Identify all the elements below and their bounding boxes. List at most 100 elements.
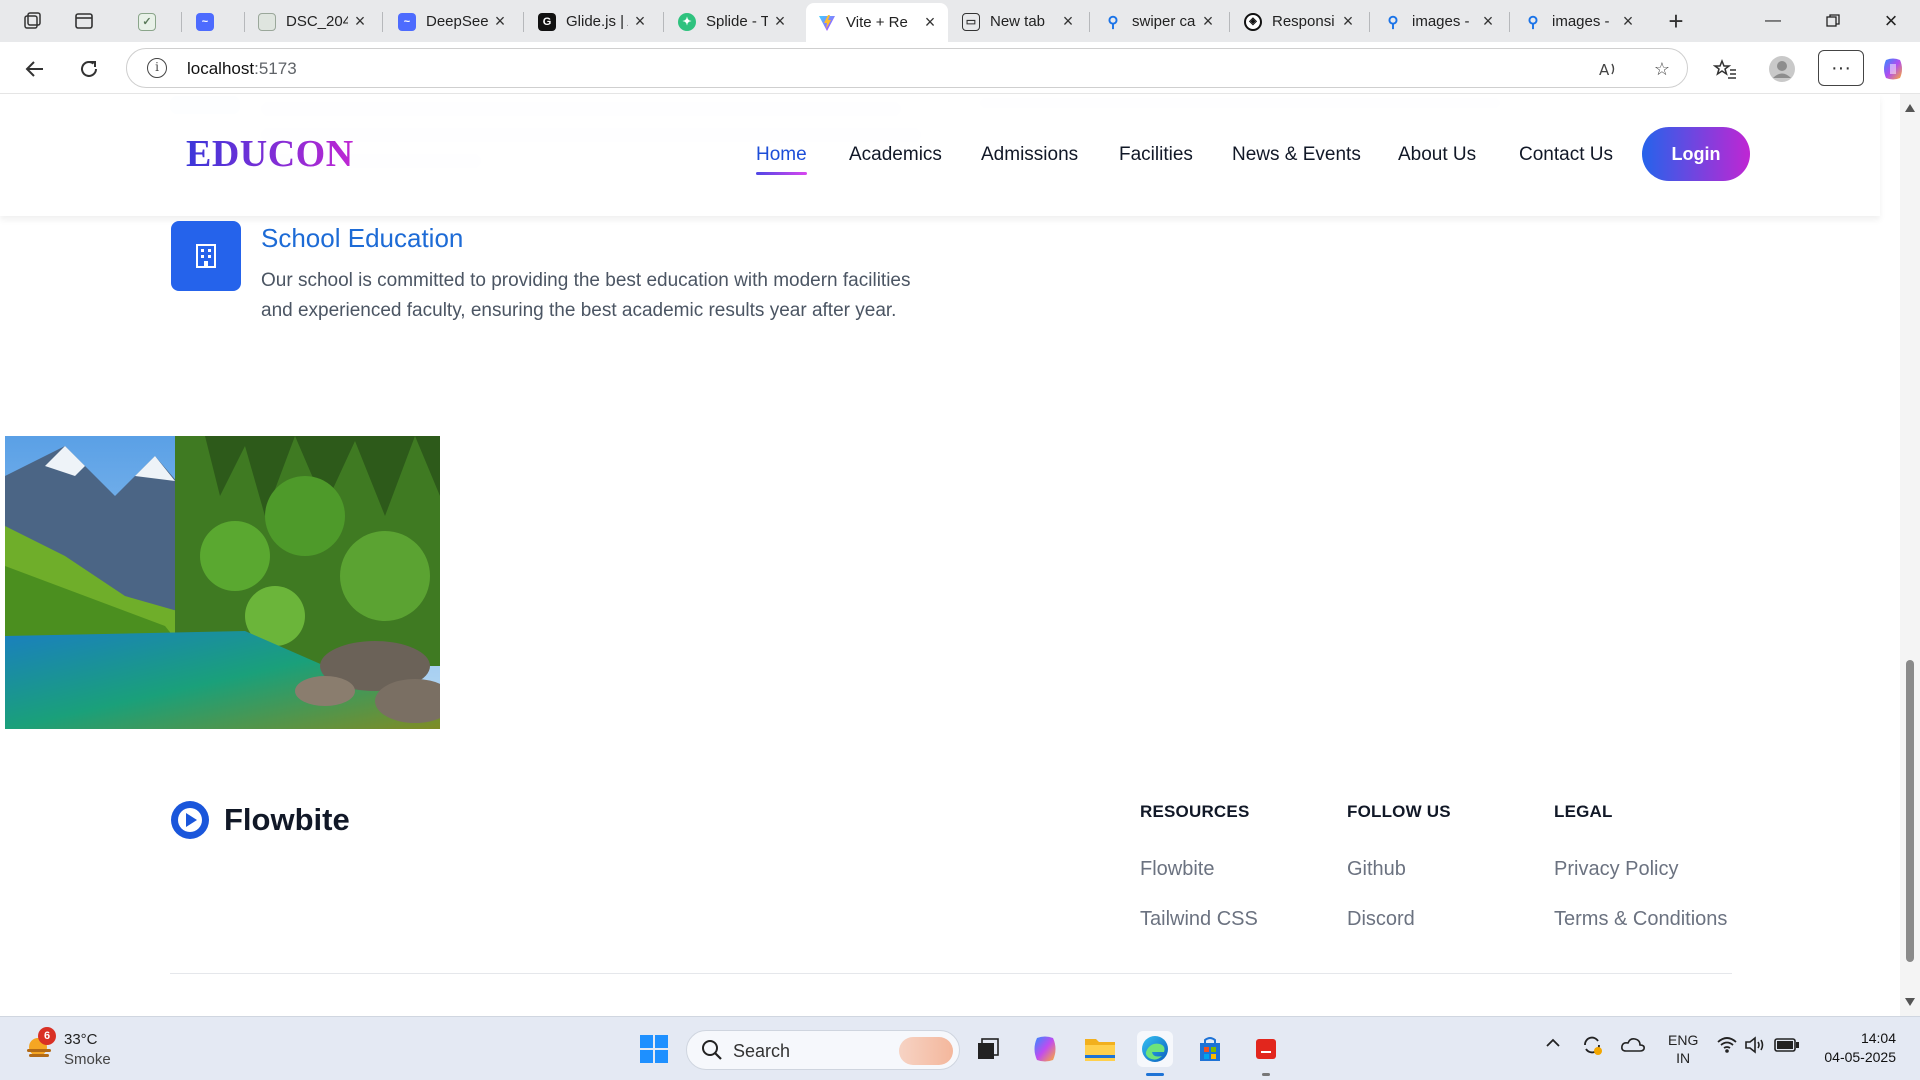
search-icon	[701, 1039, 723, 1066]
edge-browser-icon[interactable]	[1137, 1031, 1173, 1067]
browser-tab[interactable]: ✓	[126, 5, 178, 38]
browser-tab[interactable]: ▭ New tab ×	[950, 5, 1086, 38]
tab-actions-icon[interactable]	[70, 7, 98, 35]
close-tab-icon[interactable]: ×	[918, 12, 942, 33]
browser-tab[interactable]: ⚲ swiper ca ×	[1092, 5, 1226, 38]
browser-tab[interactable]: ◈ Responsi ×	[1232, 5, 1366, 38]
footer-link-flowbite[interactable]: Flowbite	[1140, 858, 1214, 881]
browser-tab[interactable]: ⚲ images - ×	[1512, 5, 1646, 38]
language-indicator[interactable]: ENG IN	[1668, 1031, 1698, 1067]
browser-tab[interactable]: ~	[184, 5, 242, 38]
close-tab-icon[interactable]: ×	[1336, 11, 1360, 32]
footer-divider	[170, 973, 1732, 974]
footer-brand-name[interactable]: Flowbite	[224, 802, 350, 838]
close-tab-icon[interactable]: ×	[628, 11, 652, 32]
file-explorer-icon[interactable]	[1082, 1031, 1118, 1067]
sync-icon[interactable]	[1580, 1033, 1604, 1061]
nav-news-events[interactable]: News & Events	[1232, 144, 1361, 166]
browser-toolbar: i localhost:5173 A ☆ ···	[0, 42, 1920, 94]
landscape-image	[5, 436, 440, 729]
pdf-app-icon[interactable]	[1248, 1031, 1284, 1067]
scroll-down-arrow-icon[interactable]	[1905, 998, 1915, 1006]
windows-taskbar: 6 33°C Smoke Search ENG IN 14:04 04-05-2…	[0, 1016, 1920, 1080]
glide-icon: G	[538, 12, 556, 31]
system-clock[interactable]: 14:04 04-05-2025	[1820, 1029, 1896, 1067]
wifi-icon[interactable]	[1716, 1035, 1738, 1059]
weather-description[interactable]: Smoke	[64, 1051, 111, 1068]
footer-link-discord[interactable]: Discord	[1347, 908, 1415, 931]
workspaces-icon[interactable]	[18, 7, 46, 35]
weather-temperature[interactable]: 33°C	[64, 1031, 98, 1048]
close-tab-icon[interactable]: ×	[348, 11, 372, 32]
nav-home[interactable]: Home	[756, 144, 807, 175]
close-tab-icon[interactable]: ×	[1196, 11, 1220, 32]
deepseek-whale-icon: ~	[196, 12, 214, 31]
splide-icon: ✦	[678, 12, 696, 31]
new-tab-plus-icon[interactable]: +	[1662, 6, 1690, 36]
address-bar[interactable]: i localhost:5173 A ☆	[126, 48, 1688, 88]
deepseek-whale-icon: ~	[398, 12, 416, 31]
vite-icon	[818, 14, 836, 32]
site-info-icon[interactable]: i	[147, 58, 167, 78]
school-education-title: School Education	[261, 223, 464, 253]
browser-tab-active[interactable]: Vite + Re ×	[806, 3, 948, 42]
task-view-icon[interactable]	[970, 1031, 1006, 1067]
settings-more-icon[interactable]: ···	[1818, 50, 1864, 86]
flowbite-logo-icon[interactable]	[170, 800, 210, 840]
active-app-indicator	[1146, 1073, 1164, 1076]
nav-academics[interactable]: Academics	[849, 144, 942, 166]
search-highlight-image	[899, 1037, 953, 1065]
scrollbar-thumb[interactable]	[1906, 660, 1914, 962]
footer-link-tailwind[interactable]: Tailwind CSS	[1140, 908, 1258, 931]
new-tab-icon: ▭	[962, 12, 980, 31]
battery-icon[interactable]	[1774, 1036, 1800, 1058]
favorite-star-icon[interactable]: ☆	[1649, 56, 1675, 82]
nav-admissions[interactable]: Admissions	[981, 144, 1078, 166]
browser-tab[interactable]: DSC_2048 ×	[246, 5, 378, 38]
read-aloud-icon[interactable]: A	[1595, 56, 1621, 82]
running-app-indicator	[1262, 1073, 1270, 1076]
browser-tab[interactable]: ✦ Splide - T ×	[666, 5, 798, 38]
close-window-icon[interactable]: ×	[1858, 0, 1920, 42]
restore-icon[interactable]	[1800, 0, 1866, 42]
footer-link-github[interactable]: Github	[1347, 858, 1406, 881]
footer-heading-legal: LEGAL	[1554, 802, 1613, 821]
close-tab-icon[interactable]: ×	[1056, 11, 1080, 32]
favorites-list-icon[interactable]	[1708, 52, 1742, 86]
microsoft-store-icon[interactable]	[1192, 1031, 1228, 1067]
footer-heading-follow-us: FOLLOW US	[1347, 802, 1451, 821]
footer-heading-resources: RESOURCES	[1140, 802, 1250, 821]
back-arrow-icon[interactable]	[18, 52, 52, 86]
page-viewport: EDUCON Home Academics Admissions Facilit…	[0, 94, 1900, 1016]
nav-about-us[interactable]: About Us	[1398, 144, 1476, 166]
brand-logo[interactable]: EDUCON	[186, 132, 354, 176]
reload-icon[interactable]	[72, 52, 106, 86]
browser-tab[interactable]: ⚲ images - ×	[1372, 5, 1506, 38]
browser-tab-strip: ✓ ~ DSC_2048 × ~ DeepSeek × G Glide.js |…	[0, 0, 1920, 42]
weather-badge: 6	[38, 1027, 56, 1045]
onedrive-cloud-icon[interactable]	[1620, 1035, 1646, 1059]
close-tab-icon[interactable]: ×	[1616, 11, 1640, 32]
footer-link-terms[interactable]: Terms & Conditions	[1554, 908, 1727, 931]
copilot-app-icon[interactable]	[1027, 1031, 1063, 1067]
image-icon	[258, 12, 276, 31]
volume-icon[interactable]	[1744, 1035, 1768, 1059]
close-tab-icon[interactable]: ×	[488, 11, 512, 32]
scroll-up-arrow-icon[interactable]	[1905, 104, 1915, 112]
windows-start-icon[interactable]	[636, 1031, 672, 1067]
minimize-icon[interactable]: —	[1740, 0, 1806, 42]
nav-facilities[interactable]: Facilities	[1119, 144, 1193, 166]
copilot-icon[interactable]	[1876, 52, 1910, 86]
login-button[interactable]: Login	[1642, 127, 1750, 181]
close-tab-icon[interactable]: ×	[768, 11, 792, 32]
building-icon	[171, 221, 241, 291]
profile-avatar[interactable]	[1765, 52, 1799, 86]
taskbar-search-box[interactable]: Search	[686, 1030, 960, 1070]
browser-tab[interactable]: G Glide.js | A ×	[526, 5, 658, 38]
show-hidden-icons-chevron[interactable]	[1544, 1031, 1562, 1060]
close-tab-icon[interactable]: ×	[1476, 11, 1500, 32]
nav-contact-us[interactable]: Contact Us	[1519, 144, 1613, 166]
browser-tab[interactable]: ~ DeepSeek ×	[386, 5, 518, 38]
page-scrollbar[interactable]	[1900, 94, 1920, 1016]
footer-link-privacy-policy[interactable]: Privacy Policy	[1554, 858, 1678, 881]
